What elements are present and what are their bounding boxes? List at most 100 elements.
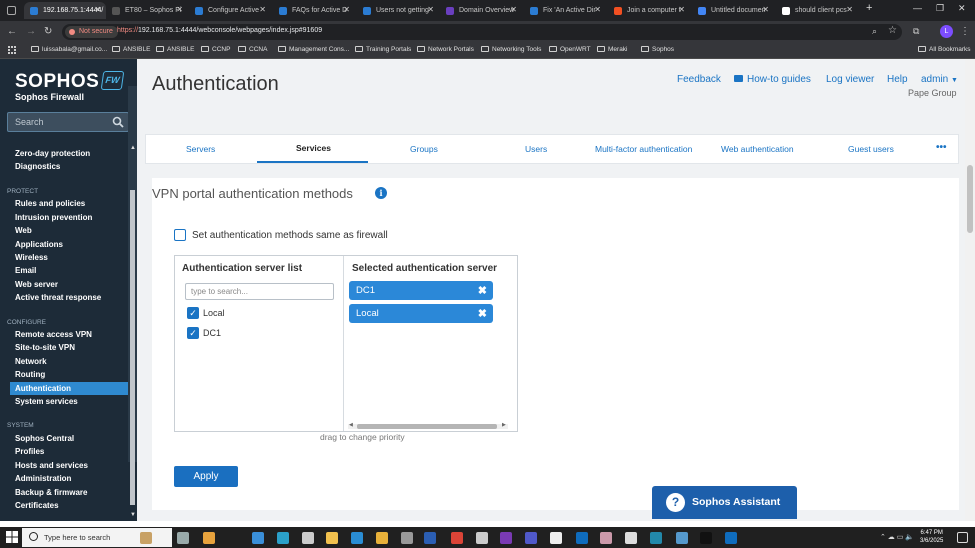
more-tabs-icon[interactable]: ••• xyxy=(936,142,947,153)
server-checkbox[interactable]: ✓ xyxy=(187,327,199,339)
back-icon[interactable]: ← xyxy=(7,26,17,37)
obs-icon[interactable] xyxy=(550,532,562,544)
reload-icon[interactable]: ↻ xyxy=(44,26,52,37)
browser-tab[interactable]: 192.168.75.1:4444/✕ xyxy=(24,2,106,19)
app-icon[interactable] xyxy=(600,532,612,544)
restore-icon[interactable]: ❐ xyxy=(936,3,944,14)
remove-icon[interactable]: ✖ xyxy=(478,307,487,320)
app-icon[interactable] xyxy=(650,532,662,544)
teams-icon[interactable] xyxy=(525,532,537,544)
selected-server-chip[interactable]: DC1 ✖ xyxy=(349,281,493,300)
notifications-icon[interactable] xyxy=(957,532,968,543)
taskbar-clock[interactable]: 6:47 PM 3/6/2025 xyxy=(920,529,943,545)
extensions-icon[interactable]: ⧉ xyxy=(913,26,919,37)
profile-avatar[interactable]: L xyxy=(940,25,953,38)
browser-tab[interactable]: Configure Active ✕ xyxy=(189,2,271,19)
tab-users[interactable]: Users xyxy=(525,144,547,154)
bookmark-item[interactable]: Management Cons... xyxy=(278,46,349,53)
sidebar-item[interactable]: Certificates xyxy=(15,501,59,510)
sidebar-item[interactable]: Rules and policies xyxy=(15,199,85,208)
onenote-icon[interactable] xyxy=(500,532,512,544)
sidebar-item[interactable]: Web server xyxy=(15,280,58,289)
tray-icons[interactable]: ⌃ ☁ ▭ 🔈 xyxy=(880,533,914,541)
folder-icon[interactable] xyxy=(376,532,388,544)
tab-guest-users[interactable]: Guest users xyxy=(848,144,894,154)
sidebar-scroll-thumb[interactable] xyxy=(130,190,135,505)
browser-tab[interactable]: Fix 'An Active Dir ✕ xyxy=(524,2,606,19)
app-icon[interactable] xyxy=(476,532,488,544)
not-secure-badge[interactable]: Not secure xyxy=(65,26,118,38)
tab-groups[interactable]: Groups xyxy=(410,144,438,154)
bookmark-item[interactable]: CCNA xyxy=(238,46,267,53)
scroll-right-icon[interactable]: ▶ xyxy=(502,422,506,428)
browser-tab[interactable]: ET80 – Sophos Fi ✕ xyxy=(106,2,188,19)
minimize-icon[interactable]: — xyxy=(913,3,922,13)
sidebar-scroll-up-icon[interactable]: ▲ xyxy=(130,145,136,151)
sidebar-item[interactable]: Intrusion prevention xyxy=(15,213,92,222)
help-link[interactable]: Help xyxy=(887,74,908,85)
server-checkbox[interactable]: ✓ xyxy=(187,307,199,319)
tab-multi-factor-authentication[interactable]: Multi-factor authentication xyxy=(595,144,692,154)
menu-icon[interactable]: ⋮ xyxy=(960,26,970,37)
tab-web-authentication[interactable]: Web authentication xyxy=(721,144,794,154)
outlook-icon[interactable] xyxy=(725,532,737,544)
all-bookmarks[interactable]: All Bookmarks xyxy=(918,46,971,53)
bookmark-item[interactable]: CCNP xyxy=(201,46,230,53)
terminal-icon[interactable] xyxy=(700,532,712,544)
bookmark-item[interactable]: luissabala@gmail.co... xyxy=(31,46,107,53)
apply-button[interactable]: Apply xyxy=(174,466,238,487)
tab-close-icon[interactable]: ✕ xyxy=(846,5,853,14)
tab-servers[interactable]: Servers xyxy=(186,144,215,154)
browser-tab[interactable]: Users not getting ✕ xyxy=(357,2,439,19)
info-icon[interactable]: i xyxy=(375,187,387,199)
sidebar-item[interactable]: Diagnostics xyxy=(15,162,60,171)
server-search-input[interactable] xyxy=(185,283,334,300)
howto-link[interactable]: How-to guides xyxy=(734,74,811,85)
search-icon[interactable] xyxy=(112,116,124,128)
browser-tab[interactable]: FAQs for Active D ✕ xyxy=(273,2,355,19)
tab-close-icon[interactable]: ✕ xyxy=(427,5,434,14)
sidebar-item[interactable]: Applications xyxy=(15,240,63,249)
outlook-icon[interactable] xyxy=(576,532,588,544)
scroll-left-icon[interactable]: ◀ xyxy=(349,422,353,428)
tab-close-icon[interactable]: ✕ xyxy=(678,5,685,14)
tab-close-icon[interactable]: ✕ xyxy=(259,5,266,14)
bookmark-item[interactable]: Networking Tools xyxy=(481,46,541,53)
app-icon[interactable] xyxy=(302,532,314,544)
same-as-firewall-checkbox[interactable] xyxy=(174,229,186,241)
bookmark-item[interactable]: ANSIBLE xyxy=(156,46,194,53)
sidebar-item[interactable]: Hosts and services xyxy=(15,461,88,470)
sidebar-item[interactable]: Web xyxy=(15,226,32,235)
sidebar-search-input[interactable]: Search xyxy=(7,112,129,132)
browser-tab[interactable]: Domain Overview ✕ xyxy=(440,2,522,19)
bookmark-item[interactable]: Network Portals xyxy=(417,46,474,53)
vscode-icon[interactable] xyxy=(351,532,363,544)
chrome-icon[interactable] xyxy=(451,532,463,544)
bookmark-item[interactable]: Training Portals xyxy=(355,46,411,53)
star-icon[interactable]: ☆ xyxy=(888,25,897,36)
bookmark-item[interactable]: Meraki xyxy=(597,46,628,53)
app-icon[interactable] xyxy=(676,532,688,544)
sidebar-item[interactable]: Email xyxy=(15,266,36,275)
tab-close-icon[interactable]: ✕ xyxy=(94,5,101,14)
browser-tab[interactable]: Untitled documen ✕ xyxy=(692,2,774,19)
sophos-logo[interactable]: SOPHOS xyxy=(15,71,99,93)
sidebar-item[interactable]: System services xyxy=(15,397,78,406)
tab-close-icon[interactable]: ✕ xyxy=(510,5,517,14)
bookmark-item[interactable]: ANSIBLE xyxy=(112,46,150,53)
apps-icon[interactable] xyxy=(8,46,16,54)
sidebar-item[interactable]: Backup & firmware xyxy=(15,488,87,497)
forward-icon[interactable]: → xyxy=(26,26,36,37)
tab-close-icon[interactable]: ✕ xyxy=(343,5,350,14)
tab-close-icon[interactable]: ✕ xyxy=(176,5,183,14)
sidebar-item[interactable]: Zero-day protection xyxy=(15,149,90,158)
sidebar-scroll-down-icon[interactable]: ▼ xyxy=(130,512,136,518)
remove-icon[interactable]: ✖ xyxy=(478,284,487,297)
bookmark-item[interactable]: OpenWRT xyxy=(549,46,591,53)
tab-close-icon[interactable]: ✕ xyxy=(762,5,769,14)
tab-search-icon[interactable] xyxy=(7,6,16,15)
selected-server-chip[interactable]: Local ✖ xyxy=(349,304,493,323)
bookmark-item[interactable]: Sophos xyxy=(641,46,674,53)
explorer-icon[interactable] xyxy=(326,532,338,544)
sidebar-item[interactable]: Profiles xyxy=(15,447,44,456)
